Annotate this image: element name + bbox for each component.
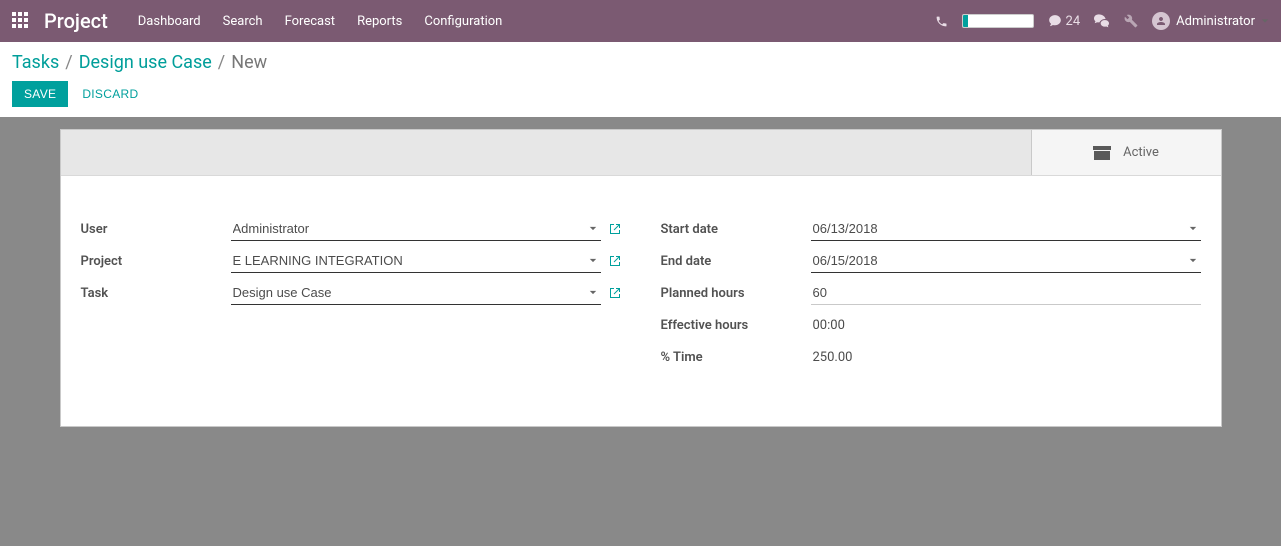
breadcrumb-sep: / [218,52,225,73]
form-sheet: Active User [60,129,1222,427]
end-date-input[interactable] [811,249,1201,273]
effective-hours-label: Effective hours [661,318,811,333]
planned-hours-input[interactable] [811,281,1201,305]
settings-wrench-icon[interactable] [1124,14,1138,28]
task-input[interactable] [231,281,601,305]
phone-icon[interactable] [935,15,948,28]
action-buttons: SAVE DISCARD [12,81,1269,107]
row-project: Project [81,248,621,274]
row-task: Task [81,280,621,306]
percent-time-value: 250.00 [811,346,855,369]
sheet-body: User Project [61,176,1221,426]
row-effective-hours: Effective hours 00:00 [661,312,1201,338]
sheet-wrapper: Active User [0,129,1281,427]
start-date-label: Start date [661,222,811,237]
active-status-label: Active [1123,145,1159,160]
breadcrumb: Tasks / Design use Case / New [12,52,1269,73]
breadcrumb-current: New [231,52,267,73]
progress-bar-fill [963,15,969,27]
row-start-date: Start date [661,216,1201,242]
task-external-link-icon[interactable] [609,287,621,299]
project-label: Project [81,254,231,269]
nav-right: 24 Administrator [935,12,1269,30]
effective-hours-value: 00:00 [811,314,847,337]
top-navbar: Project Dashboard Search Forecast Report… [0,0,1281,42]
nav-configuration[interactable]: Configuration [424,14,502,29]
breadcrumb-sep: / [65,52,72,73]
row-percent-time: % Time 250.00 [661,344,1201,370]
nav-forecast[interactable]: Forecast [285,14,335,29]
planned-hours-label: Planned hours [661,286,811,301]
control-bar: Tasks / Design use Case / New SAVE DISCA… [0,42,1281,117]
discard-button[interactable]: DISCARD [82,87,138,101]
form-left-column: User Project [81,216,621,376]
task-label: Task [81,286,231,301]
nav-dashboard[interactable]: Dashboard [138,14,201,29]
progress-indicator[interactable] [962,14,1034,28]
user-label: User [81,222,231,237]
breadcrumb-parent[interactable]: Design use Case [79,52,212,73]
user-menu[interactable]: Administrator [1152,12,1269,30]
start-date-input[interactable] [811,217,1201,241]
row-planned-hours: Planned hours [661,280,1201,306]
end-date-label: End date [661,254,811,269]
chevron-down-icon [1261,17,1269,25]
archive-icon [1093,146,1111,160]
apps-icon[interactable] [12,12,30,30]
nav-search[interactable]: Search [223,14,263,29]
header-spacer [61,130,1031,175]
project-input[interactable] [231,249,601,273]
save-button[interactable]: SAVE [12,81,68,107]
active-status-button[interactable]: Active [1031,130,1221,175]
form-right-column: Start date End date [661,216,1201,376]
project-external-link-icon[interactable] [609,255,621,267]
messages-count: 24 [1066,14,1081,29]
row-user: User [81,216,621,242]
user-avatar-icon [1152,12,1170,30]
brand-title[interactable]: Project [44,9,108,33]
sheet-header: Active [61,130,1221,176]
conversations-icon[interactable] [1094,14,1110,28]
nav-reports[interactable]: Reports [357,14,402,29]
row-end-date: End date [661,248,1201,274]
nav-menu: Dashboard Search Forecast Reports Config… [138,14,503,29]
percent-time-label: % Time [661,350,811,365]
user-name-label: Administrator [1176,14,1255,29]
user-input[interactable] [231,217,601,241]
messages-icon[interactable]: 24 [1048,14,1081,29]
user-external-link-icon[interactable] [609,223,621,235]
breadcrumb-root[interactable]: Tasks [12,52,59,73]
